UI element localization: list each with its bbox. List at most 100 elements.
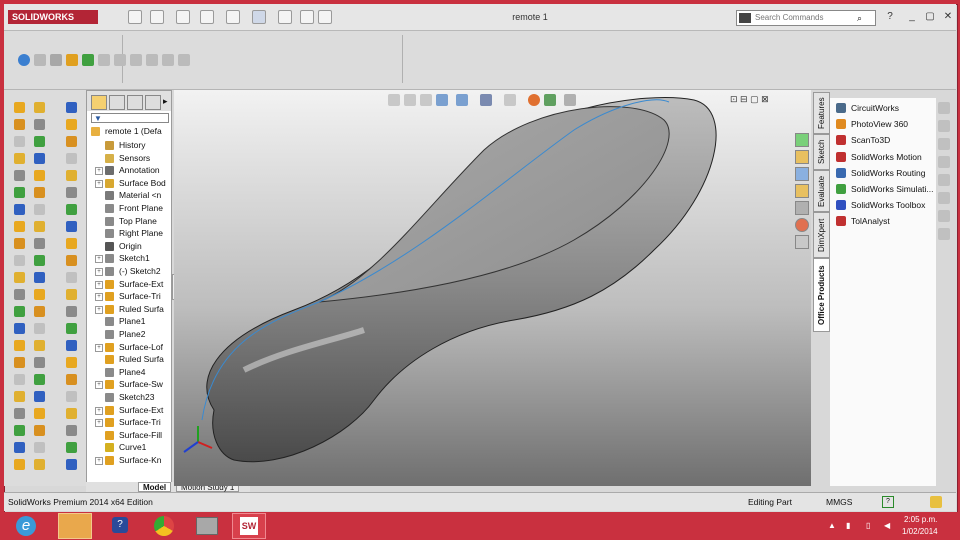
internet-explorer-icon[interactable]: e: [10, 513, 44, 539]
home-icon[interactable]: [795, 150, 809, 164]
tree-root-item[interactable]: remote 1 (Defa: [87, 125, 171, 138]
addin-item[interactable]: TolAnalyst: [836, 213, 936, 229]
clock-time[interactable]: 2:05 p.m.: [904, 515, 937, 524]
chrome-icon[interactable]: [148, 513, 182, 539]
tree-item[interactable]: + Sketch1: [87, 252, 171, 265]
command-tool-icon[interactable]: [66, 289, 77, 300]
command-tool-icon[interactable]: [66, 272, 77, 283]
schedule-render-icon[interactable]: [130, 54, 142, 66]
tab-sketch[interactable]: Sketch: [813, 134, 830, 170]
tree-item[interactable]: Material <n: [87, 189, 171, 202]
command-tool-icon[interactable]: [66, 408, 77, 419]
feature-manager-tab-icon[interactable]: [91, 95, 107, 110]
display-manager-tab-icon[interactable]: [145, 95, 161, 110]
tree-item[interactable]: + Surface-Tri: [87, 290, 171, 303]
units-selector[interactable]: MMGS: [826, 496, 852, 508]
tree-item[interactable]: + Surface-Kn: [87, 454, 171, 467]
hide-show-items-icon[interactable]: [504, 94, 516, 106]
command-tool-icon[interactable]: [34, 289, 45, 300]
command-tool-icon[interactable]: [66, 374, 77, 385]
expand-toggle-icon[interactable]: +: [95, 343, 103, 352]
command-tool-icon[interactable]: [14, 374, 25, 385]
expand-toggle-icon[interactable]: +: [95, 457, 103, 465]
command-tool-icon[interactable]: [66, 102, 77, 113]
command-tool-icon[interactable]: [14, 306, 25, 317]
rebuild-button[interactable]: [278, 10, 292, 24]
close-button[interactable]: ✕: [942, 11, 954, 23]
command-tool-icon[interactable]: [14, 340, 25, 351]
command-tool-icon[interactable]: [34, 323, 45, 334]
tree-item[interactable]: + Surface Bod: [87, 177, 171, 190]
tab-dimxpert[interactable]: DimXpert: [813, 212, 830, 258]
tree-item[interactable]: Plane4: [87, 366, 171, 379]
expand-toggle-icon[interactable]: +: [95, 167, 103, 176]
render-options-icon[interactable]: [162, 54, 174, 66]
property-manager-tab-icon[interactable]: [109, 95, 125, 110]
design-library-icon[interactable]: [795, 167, 809, 181]
command-tool-icon[interactable]: [34, 357, 45, 368]
addin-item[interactable]: PhotoView 360: [836, 116, 936, 132]
command-tool-icon[interactable]: [66, 425, 77, 436]
command-tool-icon[interactable]: [34, 136, 45, 147]
expand-toggle-icon[interactable]: +: [95, 293, 103, 302]
command-tool-icon[interactable]: [34, 272, 45, 283]
view-palette-icon[interactable]: [795, 201, 809, 215]
graphics-area[interactable]: ⊡ ⊟ ▢ ⊠: [174, 90, 811, 486]
help-status-button[interactable]: ?: [882, 496, 894, 508]
notification-chevron-icon[interactable]: ▲: [828, 521, 836, 530]
command-tool-icon[interactable]: [14, 391, 25, 402]
command-tool-icon[interactable]: [14, 136, 25, 147]
tree-item[interactable]: Origin: [87, 240, 171, 253]
command-tool-icon[interactable]: [14, 357, 25, 368]
solidworks-taskbar-icon[interactable]: SW: [232, 513, 266, 539]
battery-icon[interactable]: ▯: [866, 521, 870, 530]
expand-toggle-icon[interactable]: +: [95, 381, 103, 390]
addin-item[interactable]: SolidWorks Motion: [836, 149, 936, 165]
minimize-button[interactable]: _: [906, 11, 918, 23]
tree-item[interactable]: Plane2: [87, 328, 171, 341]
command-tool-icon[interactable]: [14, 238, 25, 249]
tree-item[interactable]: Right Plane: [87, 227, 171, 240]
command-tool-icon[interactable]: [34, 459, 45, 470]
select-tool-button[interactable]: [252, 10, 266, 24]
photoview-tool-icon[interactable]: [82, 54, 94, 66]
command-tool-icon[interactable]: [66, 187, 77, 198]
command-tool-icon[interactable]: [34, 204, 45, 215]
command-tool-icon[interactable]: [14, 204, 25, 215]
tab-evaluate[interactable]: Evaluate: [813, 170, 830, 212]
addin-item[interactable]: CircuitWorks: [836, 100, 936, 116]
addin-item[interactable]: SolidWorks Simulati...: [836, 181, 936, 197]
command-tool-icon[interactable]: [14, 272, 25, 283]
command-tool-icon[interactable]: [14, 323, 25, 334]
tool-icon[interactable]: [938, 210, 950, 222]
tab-model[interactable]: Model: [138, 482, 172, 492]
tool-icon[interactable]: [938, 192, 950, 204]
command-tool-icon[interactable]: [14, 442, 25, 453]
command-tool-icon[interactable]: [34, 153, 45, 164]
apply-scene-icon[interactable]: [544, 94, 556, 106]
recall-render-icon[interactable]: [146, 54, 158, 66]
command-tool-icon[interactable]: [66, 238, 77, 249]
tree-item[interactable]: + Surface-Sw: [87, 378, 171, 391]
file-properties-button[interactable]: [300, 10, 314, 24]
solidworks-resources-icon[interactable]: [795, 133, 809, 147]
save-button[interactable]: [176, 10, 190, 24]
tree-item[interactable]: + Surface-Tri: [87, 416, 171, 429]
command-tool-icon[interactable]: [66, 306, 77, 317]
tree-item[interactable]: + (-) Sketch2: [87, 265, 171, 278]
clock-date[interactable]: 1/02/2014: [902, 527, 938, 536]
tree-item[interactable]: Sketch23: [87, 391, 171, 404]
appearance-icon[interactable]: [18, 54, 30, 66]
custom-properties-icon[interactable]: [795, 235, 809, 249]
command-tool-icon[interactable]: [66, 153, 77, 164]
tree-item[interactable]: Front Plane: [87, 202, 171, 215]
command-tool-icon[interactable]: [34, 170, 45, 181]
command-tool-icon[interactable]: [14, 408, 25, 419]
command-tool-icon[interactable]: [34, 425, 45, 436]
expand-toggle-icon[interactable]: +: [95, 280, 103, 289]
file-explorer-icon[interactable]: [795, 184, 809, 198]
expand-toggle-icon[interactable]: +: [95, 406, 103, 415]
help-button[interactable]: ?: [884, 11, 896, 23]
search-icon[interactable]: ⌕: [857, 13, 862, 24]
command-tool-icon[interactable]: [34, 238, 45, 249]
